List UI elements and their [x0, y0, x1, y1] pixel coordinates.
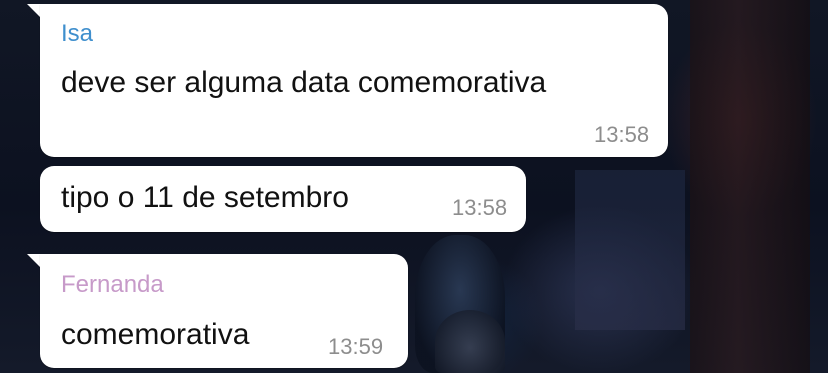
- wallpaper-panel-shape: [575, 170, 685, 330]
- message-timestamp: 13:58: [452, 195, 508, 220]
- message-timestamp: 13:59: [328, 334, 384, 359]
- message-bubble-tail: [27, 4, 41, 18]
- wallpaper-figure-face: [435, 310, 505, 373]
- message-text: comemorativa: [61, 318, 250, 351]
- message-bubble-tail: [27, 254, 41, 268]
- message-text: tipo o 11 de setembro: [61, 181, 349, 214]
- message-timestamp: 13:58: [594, 122, 650, 147]
- message-text: deve ser alguma data comemorativa: [61, 66, 547, 99]
- wallpaper-door-shape: [690, 0, 810, 373]
- sender-name[interactable]: Fernanda: [61, 271, 164, 299]
- sender-name[interactable]: Isa: [61, 20, 93, 48]
